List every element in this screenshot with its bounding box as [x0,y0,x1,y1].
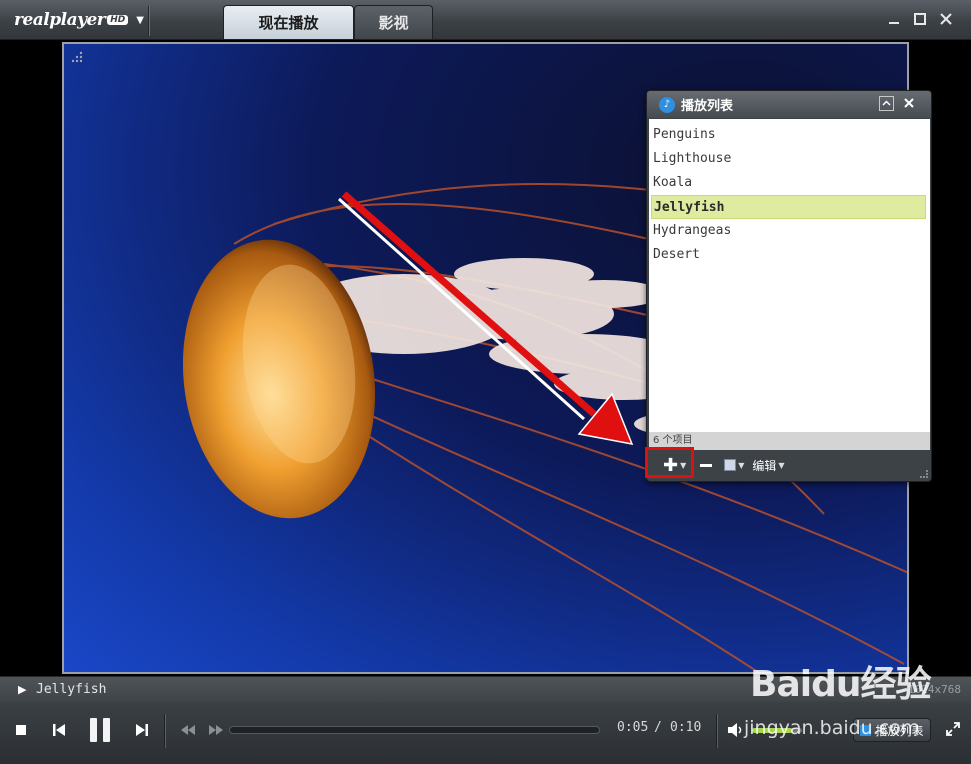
volume-button[interactable] [726,720,746,740]
playlist-toggle-button[interactable]: 播放列表 [853,718,931,742]
playlist-item-koala[interactable]: Koala [649,171,930,195]
pause-icon-bar [90,718,97,742]
volume-slider[interactable] [752,728,802,733]
playlist-title: 播放列表 [681,99,734,114]
tab-now-playing[interactable]: 现在播放 [223,5,354,39]
previous-button[interactable] [48,719,70,741]
realplayer-logo-menu[interactable]: realplayer HD ▼ [14,9,144,31]
playlist-icon: ♪ [659,96,675,113]
divider [716,714,717,748]
skip-forward-icon [136,724,148,736]
resize-grip-icon[interactable] [64,44,84,64]
close-icon [940,13,952,25]
playlist-toggle-label: 播放列表 [875,723,924,738]
title-bar: realplayer HD ▼ 现在播放 影视 [0,0,971,40]
maximize-icon [914,13,926,25]
rewind-icon [181,725,195,735]
fullscreen-button[interactable] [944,720,962,738]
edit-label: 编辑 [752,458,777,473]
stop-button[interactable] [12,721,30,739]
playlist-close-button[interactable] [900,94,918,112]
playlist-panel: ♪ 播放列表 Penguins Lighthouse Koala Jellyfi… [646,90,932,482]
logo-text: realplayer [14,10,106,30]
collapse-icon [882,100,891,106]
playlist-item-lighthouse[interactable]: Lighthouse [649,147,930,171]
time-separator: / [654,720,662,735]
save-button[interactable]: ▼ [724,459,744,471]
maximize-button[interactable] [911,10,929,28]
close-button[interactable] [937,10,955,28]
chevron-down-icon: ▼ [778,460,785,470]
rewind-button[interactable] [178,721,198,739]
volume-slider-fill [752,728,792,733]
play-icon: ▶ [18,683,27,696]
playlist-item-desert[interactable]: Desert [649,243,930,267]
status-strip: ▶ Jellyfish 1024x768 [0,676,971,702]
logo-hd-badge: HD [107,15,129,25]
next-button[interactable] [131,719,153,741]
close-icon [904,98,914,108]
playlist-list: Penguins Lighthouse Koala Jellyfish Hydr… [649,119,930,432]
seek-bar[interactable] [229,726,600,734]
control-bar: 0:05 / 0:10 播放列表 [0,702,971,764]
pause-icon-bar [103,718,110,742]
edit-menu-button[interactable]: 编辑 ▼ [744,457,784,474]
now-playing-title: Jellyfish [36,682,107,697]
pause-button[interactable] [86,714,114,746]
tab-bar: 现在播放 影视 [223,5,433,39]
stop-icon [16,725,26,735]
playlist-item-hydrangeas[interactable]: Hydrangeas [649,219,930,243]
playlist-item-jellyfish[interactable]: Jellyfish [651,195,926,219]
playlist-item-penguins[interactable]: Penguins [649,123,930,147]
time-current: 0:05 [617,720,649,735]
fast-forward-icon [209,725,223,735]
tab-video[interactable]: 影视 [354,5,433,39]
skip-back-icon [53,724,65,736]
collapse-button[interactable] [879,96,894,111]
expand-icon [946,722,960,736]
speaker-icon [728,723,742,737]
minimize-button[interactable] [885,10,903,28]
time-total: 0:10 [670,720,702,735]
remove-button[interactable] [700,463,713,467]
playlist-icon [860,724,872,736]
playlist-header[interactable]: ♪ 播放列表 [647,91,931,118]
divider [164,714,165,748]
save-icon [724,459,737,471]
minimize-icon [889,22,899,24]
divider [148,6,149,36]
chevron-down-icon: ▼ [136,14,144,26]
panel-resize-grip-icon[interactable] [920,470,928,478]
fast-forward-button[interactable] [206,721,226,739]
video-resolution: 1024x768 [908,683,961,696]
annotation-highlight-box [645,447,694,478]
